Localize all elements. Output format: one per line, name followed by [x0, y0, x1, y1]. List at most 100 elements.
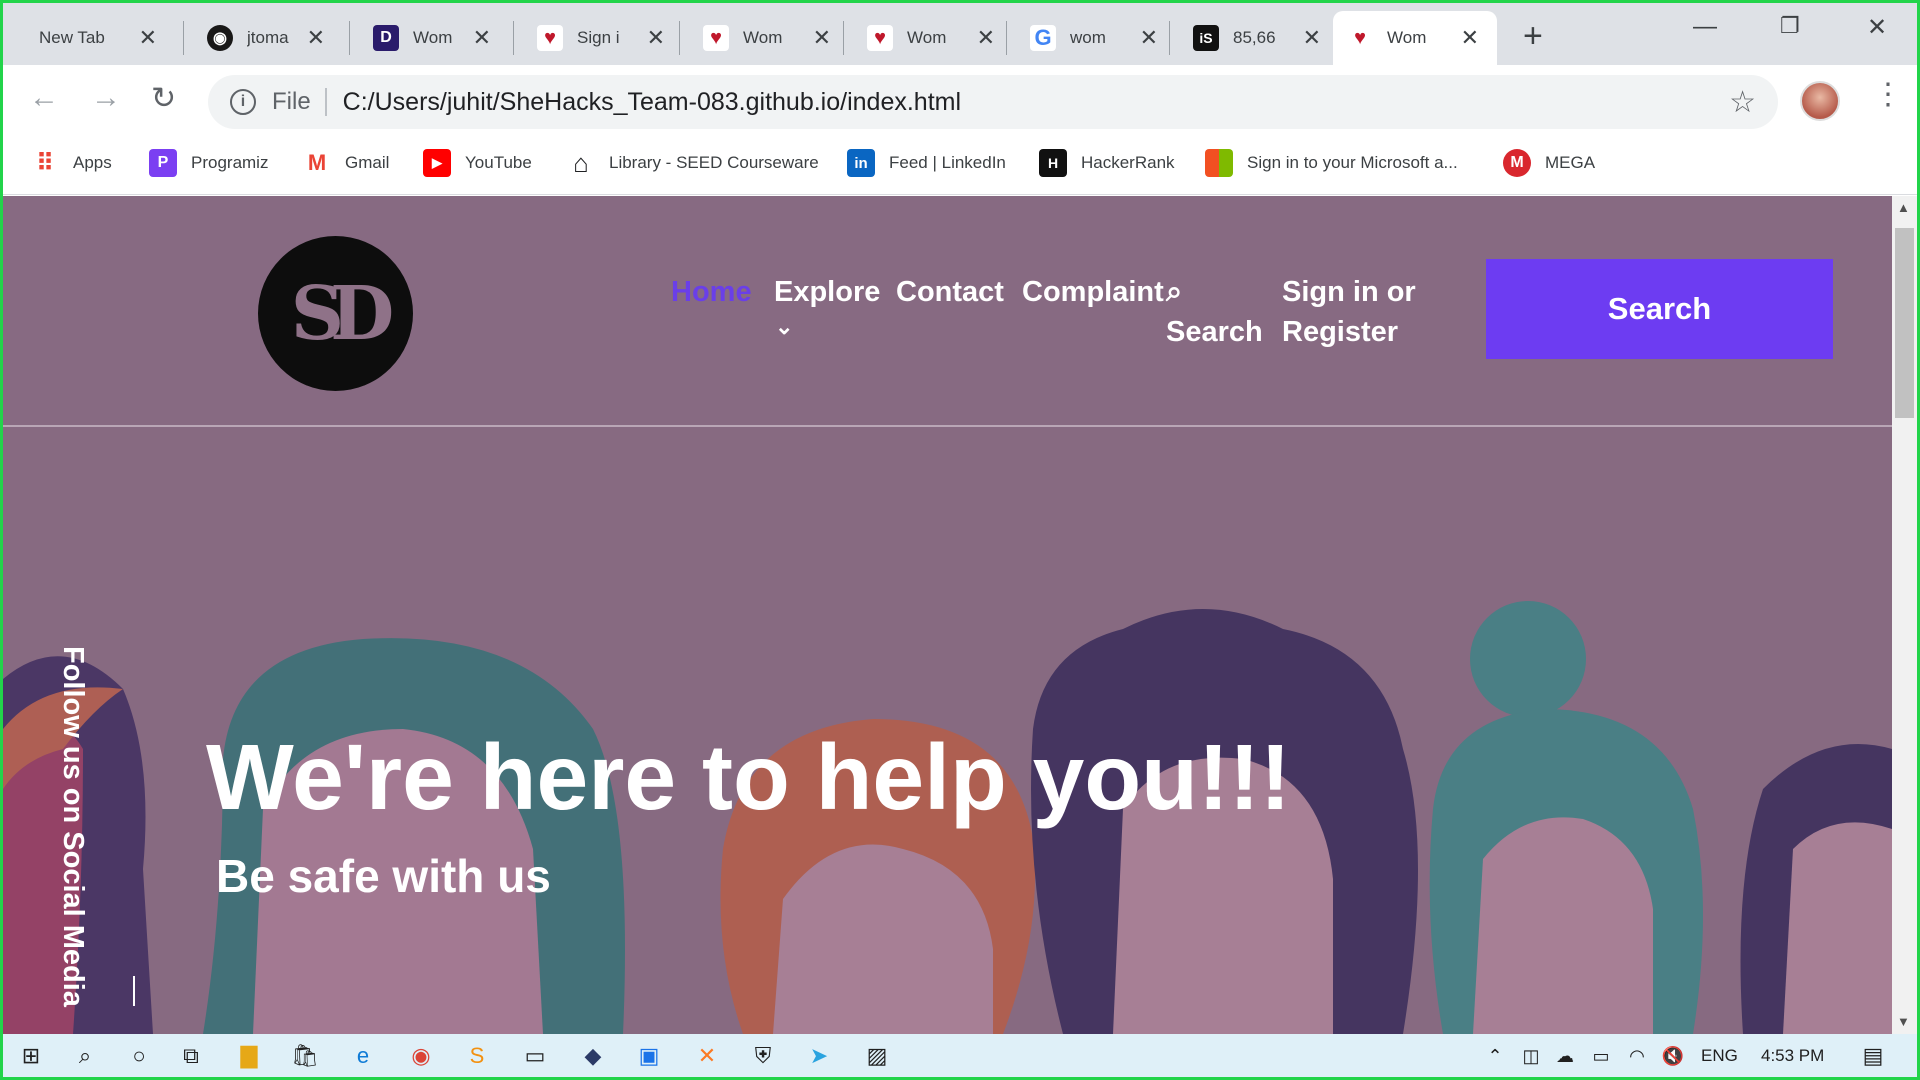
bookmark-label: Apps [73, 153, 112, 172]
chrome-icon[interactable]: ◉ [405, 1040, 437, 1072]
tab-wom-3[interactable]: ♥ Wom ✕ [853, 11, 1013, 65]
tab-is[interactable]: iS 85,66 ✕ [1179, 11, 1339, 65]
scroll-down-arrow-icon[interactable]: ▼ [1897, 1014, 1910, 1029]
app-icon[interactable]: ◆ [577, 1040, 609, 1072]
close-icon[interactable]: ✕ [139, 25, 157, 51]
battery-icon[interactable]: ▭ [1585, 1040, 1617, 1072]
menu-kebab-icon[interactable]: ⋮ [1873, 77, 1903, 112]
bookmark-hackerrank[interactable]: H HackerRank [1039, 149, 1175, 177]
tab-divider [679, 21, 680, 55]
scroll-up-arrow-icon[interactable]: ▲ [1897, 200, 1910, 215]
microsoft-icon [1205, 149, 1233, 177]
close-icon[interactable]: ✕ [647, 25, 665, 51]
nav-register[interactable]: Register [1282, 316, 1398, 349]
gmail-icon: M [303, 149, 331, 177]
tab-sign[interactable]: ♥ Sign i ✕ [523, 11, 683, 65]
tab-github[interactable]: ◉ jtoma ✕ [193, 11, 343, 65]
tab-strip: New Tab ✕ ◉ jtoma ✕ D Wom ✕ ♥ Sign i ✕ ♥… [3, 3, 1917, 65]
nav-contact[interactable]: Contact [896, 276, 1004, 309]
url-text[interactable]: C:/Users/juhit/SheHacks_Team-083.github.… [343, 88, 961, 117]
tab-title: 85,66 [1233, 28, 1276, 47]
close-icon[interactable]: ✕ [1461, 25, 1479, 51]
store-icon[interactable]: 🛍 [289, 1040, 321, 1072]
bookmark-library[interactable]: ⌂ Library - SEED Courseware [567, 147, 819, 178]
search-button[interactable]: Search [1486, 259, 1833, 359]
edge-icon[interactable]: e [347, 1040, 379, 1072]
d-icon: D [373, 25, 399, 51]
bookmark-microsoft[interactable]: Sign in to your Microsoft a... [1205, 149, 1458, 177]
nav-home[interactable]: Home [671, 276, 752, 309]
close-icon[interactable]: ✕ [1140, 25, 1158, 51]
bookmark-linkedin[interactable]: in Feed | LinkedIn [847, 149, 1006, 177]
close-icon[interactable]: ✕ [307, 25, 325, 51]
close-icon[interactable]: ✕ [1303, 25, 1321, 51]
tab-divider [843, 21, 844, 55]
shield-icon[interactable]: ⛨ [747, 1040, 779, 1072]
bookmark-gmail[interactable]: M Gmail [303, 149, 389, 177]
task-view-icon[interactable]: ⧉ [175, 1040, 207, 1072]
tab-wom-d[interactable]: D Wom ✕ [359, 11, 509, 65]
telegram-icon[interactable]: ➤ [803, 1040, 835, 1072]
clock-time[interactable]: 4:53 PM [1761, 1046, 1824, 1066]
programiz-icon: P [149, 149, 177, 177]
word-icon[interactable]: ▣ [633, 1040, 665, 1072]
search-icon[interactable]: ⌕ [69, 1040, 101, 1072]
nav-signin[interactable]: Sign in or [1282, 276, 1416, 309]
scheme-label: File [272, 88, 327, 116]
bookmark-label: Feed | LinkedIn [889, 153, 1006, 172]
file-explorer-icon[interactable]: ▇ [233, 1040, 265, 1072]
profile-avatar[interactable] [1800, 81, 1840, 121]
site-logo[interactable]: SD [258, 236, 413, 391]
bookmark-label: HackerRank [1081, 153, 1175, 172]
new-tab-plus-icon[interactable]: + [1523, 17, 1543, 56]
reload-icon[interactable]: ↻ [151, 81, 176, 116]
xampp-icon[interactable]: ✕ [691, 1040, 723, 1072]
tab-title: Wom [1387, 28, 1427, 47]
minimize-icon[interactable]: — [1693, 13, 1717, 41]
forward-arrow-icon[interactable]: → [91, 81, 121, 115]
chevron-down-icon[interactable]: ⌄ [775, 314, 793, 340]
women-logo-icon: ♥ [867, 25, 893, 51]
scroll-thumb[interactable] [1895, 228, 1914, 418]
bookmark-star-icon[interactable]: ☆ [1729, 85, 1756, 120]
bookmark-youtube[interactable]: ▶ YouTube [423, 149, 532, 177]
nav-complaint[interactable]: Complaint [1022, 276, 1164, 309]
nav-explore[interactable]: Explore [774, 276, 880, 309]
tab-new-tab[interactable]: New Tab ✕ [25, 11, 175, 65]
tab-google[interactable]: G wom ✕ [1016, 11, 1176, 65]
tab-title: Wom [743, 28, 783, 47]
hero-subtitle: Be safe with us [216, 850, 551, 902]
tab-active[interactable]: ♥ Wom ✕ [1333, 11, 1497, 65]
language-indicator[interactable]: ENG [1701, 1046, 1738, 1066]
sublime-icon[interactable]: S [461, 1040, 493, 1072]
tab-wom-2[interactable]: ♥ Wom ✕ [689, 11, 849, 65]
terminal-icon[interactable]: ▭ [519, 1040, 551, 1072]
volume-icon[interactable]: 🔇 [1657, 1040, 1689, 1072]
close-icon[interactable]: ✕ [977, 25, 995, 51]
camera-icon[interactable]: ◫ [1515, 1040, 1547, 1072]
window-close-icon[interactable]: ✕ [1867, 13, 1887, 42]
bookmark-mega[interactable]: M MEGA [1503, 149, 1595, 177]
follow-social-text[interactable]: Follow us on Social Media [56, 646, 89, 1007]
restore-icon[interactable]: ❐ [1780, 13, 1800, 39]
info-icon[interactable]: i [230, 89, 256, 115]
page-scrollbar[interactable]: ▲ ▼ [1892, 196, 1917, 1034]
close-icon[interactable]: ✕ [813, 25, 831, 51]
nav-search[interactable]: Search [1166, 316, 1263, 349]
wifi-icon[interactable]: ◠ [1621, 1040, 1653, 1072]
windows-start-icon[interactable]: ⊞ [15, 1040, 47, 1072]
address-bar[interactable]: i File C:/Users/juhit/SheHacks_Team-083.… [208, 75, 1778, 129]
bookmark-programiz[interactable]: P Programiz [149, 149, 268, 177]
cortana-icon[interactable]: ○ [123, 1040, 155, 1072]
back-arrow-icon[interactable]: ← [29, 81, 59, 115]
photos-icon[interactable]: ▨ [861, 1040, 893, 1072]
notifications-icon[interactable]: ▤ [1857, 1040, 1889, 1072]
bookmark-apps[interactable]: ⠿ Apps [31, 149, 112, 177]
bookmark-label: YouTube [465, 153, 532, 172]
close-icon[interactable]: ✕ [473, 25, 491, 51]
tray-chevron-up-icon[interactable]: ⌃ [1479, 1040, 1511, 1072]
bookmarks-bar: ⠿ Apps P Programiz M Gmail ▶ YouTube ⌂ L… [3, 139, 1917, 195]
search-icon[interactable]: ⌕ [1166, 276, 1182, 309]
home-icon: ⌂ [573, 147, 589, 178]
onedrive-icon[interactable]: ☁ [1549, 1040, 1581, 1072]
